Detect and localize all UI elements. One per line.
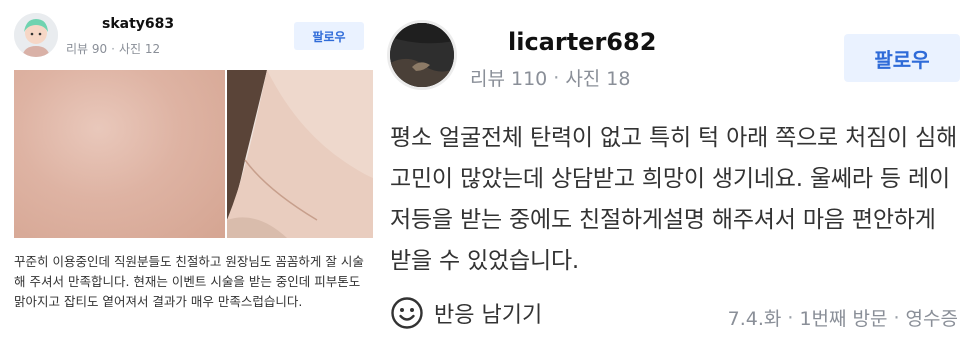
separator-dot: ·: [553, 66, 560, 89]
reaction-label: 반응 남기기: [434, 303, 543, 328]
reviewer-meta: 리뷰 110 · 사진 18: [470, 64, 631, 91]
review-card-left: skaty683 리뷰 90 · 사진 12 팔로우 꾸준히 이용중인데 직원분…: [0, 0, 382, 346]
review-text: 평소 얼굴전체 탄력이 없고 특히 턱 아래 쪽으로 처짐이 심해 고민이 많았…: [390, 125, 958, 274]
leave-reaction-button[interactable]: 반응 남기기: [390, 296, 542, 330]
reviewer-name[interactable]: licarter682: [508, 28, 656, 56]
photo-count: 사진 18: [565, 68, 631, 90]
review-card-right: licarter682 리뷰 110 · 사진 18 팔로우 평소 얼굴전체 탄…: [382, 0, 966, 346]
review-text: 꾸준히 이용중인데 직원분들도 친절하고 원장님도 꼼꼼하게 잘 시술해 주셔서…: [14, 254, 364, 309]
reviewer-meta: 리뷰 90 · 사진 12: [66, 40, 160, 57]
photo-count: 사진 12: [119, 42, 161, 56]
separator-dot: ·: [893, 306, 900, 329]
follow-button[interactable]: 팔로우: [844, 34, 960, 82]
separator-dot: ·: [111, 41, 115, 56]
avatar-icon[interactable]: [390, 23, 454, 87]
review-count: 리뷰 110: [470, 68, 548, 90]
separator-dot: ·: [787, 306, 794, 329]
visit-info: 7.4.화 · 1번째 방문 · 영수증: [728, 304, 958, 331]
review-photo-cheek[interactable]: [14, 70, 225, 238]
review-photo-jaw[interactable]: [227, 70, 373, 238]
avatar-icon[interactable]: [14, 13, 58, 57]
review-count: 리뷰 90: [66, 42, 108, 56]
smiley-icon: [390, 296, 424, 330]
visit-count: 1번째 방문: [799, 308, 888, 330]
follow-button[interactable]: 팔로우: [294, 22, 364, 50]
receipt-badge[interactable]: 영수증: [906, 304, 958, 331]
visit-date: 7.4.화: [727, 308, 782, 330]
reviewer-name[interactable]: skaty683: [102, 16, 174, 32]
